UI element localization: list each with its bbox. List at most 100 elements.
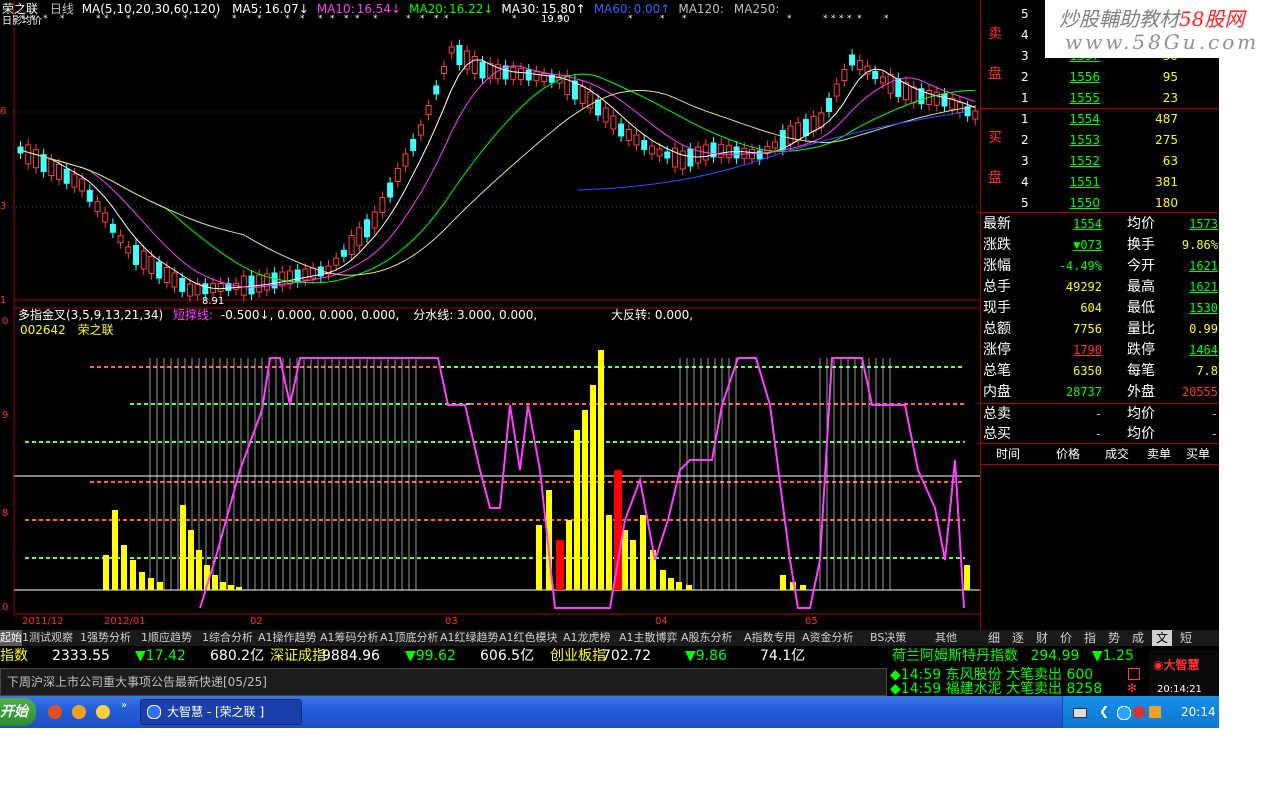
candle-body xyxy=(410,139,417,151)
indicator-tab[interactable]: A1顶底分析 xyxy=(380,630,439,646)
indicator-tab[interactable]: BS决策 xyxy=(870,630,906,646)
level: 3 xyxy=(1021,49,1029,63)
right-tab[interactable]: 逐 xyxy=(1008,630,1028,646)
low-marker: 8.91 xyxy=(202,296,225,307)
quote-value: 1573 xyxy=(1189,217,1218,231)
volume-bar xyxy=(220,582,226,590)
candle-body xyxy=(202,283,209,295)
buy-row[interactable]: 1 1554 487 xyxy=(981,109,1219,130)
quote-label: 均价 xyxy=(1127,406,1155,422)
candle-body xyxy=(856,60,863,70)
candle-body xyxy=(63,168,70,184)
level: 1 xyxy=(1021,112,1029,126)
firefox-icon[interactable] xyxy=(48,705,62,719)
news-box[interactable]: 下周沪深上市公司重大事项公告最新快递[05/25] xyxy=(0,668,887,696)
right-tab[interactable]: 指 xyxy=(1080,630,1100,646)
candle-body xyxy=(156,261,163,279)
sell-row[interactable]: 1 1555 23 xyxy=(981,88,1219,109)
ma-value-label: MA120: xyxy=(678,2,724,16)
volume: 487 xyxy=(1155,112,1178,126)
quote-value: 1621 xyxy=(1189,280,1218,294)
price-tick-2: 3 xyxy=(0,201,7,212)
taskbar-app-button[interactable]: 大智慧 - [荣之联 ] xyxy=(140,699,302,725)
right-tab[interactable]: 文 xyxy=(1152,630,1172,646)
quote-label: 均价 xyxy=(1127,426,1155,442)
ma-value-label: MA30: xyxy=(501,2,540,16)
buy-row[interactable]: 5 1550 180 xyxy=(981,193,1219,214)
ma-label: MA(5,10,20,30,60,120) xyxy=(81,2,221,16)
quote-label: 涨幅 xyxy=(983,258,1011,274)
network-icon[interactable] xyxy=(1117,706,1131,720)
quote-value: ▼073 xyxy=(1073,238,1102,252)
candle-body xyxy=(625,129,632,141)
quote-value: 1621 xyxy=(1189,259,1218,273)
indicator-tab[interactable]: 1强势分析 xyxy=(80,630,131,646)
indicator-tab[interactable]: 1顺应趋势 xyxy=(141,630,192,646)
quote-value: -4.49% xyxy=(1058,259,1102,273)
checkbox-icon[interactable] xyxy=(1128,668,1140,680)
volume-bar-red xyxy=(556,540,564,590)
level: 3 xyxy=(1021,154,1029,168)
indicator-tab[interactable]: A1主散博弈 xyxy=(619,630,678,646)
start-button[interactable]: 开始 xyxy=(0,698,36,726)
indicator-tab[interactable]: 1测试观察 xyxy=(22,630,73,646)
alerts: ◆14:59 东风股份 大笔卖出 600 ◆14:59 福建水泥 大笔卖出 82… xyxy=(890,666,1145,697)
date-label-6: 05 xyxy=(805,616,818,627)
buy-row[interactable]: 2 1553 275 xyxy=(981,130,1219,151)
candle-body xyxy=(802,119,809,136)
volume-bar xyxy=(964,565,970,590)
news-text[interactable]: 下周沪深上市公司重大事项公告最新快递[05/25] xyxy=(7,675,267,689)
right-tab[interactable]: 价 xyxy=(1056,630,1076,646)
buy-row[interactable]: 3 1552 63 xyxy=(981,151,1219,172)
arrow-icon[interactable]: ❮ xyxy=(1099,704,1109,718)
quote-row: 现手 604 最低 1530 xyxy=(981,298,1219,319)
sell-row[interactable]: 2 1556 95 xyxy=(981,67,1219,88)
candle-body xyxy=(795,122,802,141)
stock-name-sub: 荣之联 xyxy=(77,323,114,337)
quote-label: 均价 xyxy=(1127,216,1155,232)
quote-row: 总买 - 均价 - xyxy=(981,424,1219,445)
right-tab[interactable]: 细 xyxy=(984,630,1004,646)
watermark-line2: www.58Gu.com xyxy=(1065,30,1260,54)
quote-value: 0.99 xyxy=(1189,322,1218,336)
candle-body xyxy=(841,69,848,81)
indicator-tab[interactable]: A资金分析 xyxy=(802,630,854,646)
buy-row[interactable]: 4 1551 381 xyxy=(981,172,1219,193)
right-tab[interactable]: 势 xyxy=(1104,630,1124,646)
security-icon[interactable] xyxy=(1133,706,1145,718)
quote-label: 最高 xyxy=(1127,279,1155,295)
indicator-tab[interactable]: A指数专用 xyxy=(744,630,796,646)
right-tab[interactable]: 短 xyxy=(1176,630,1196,646)
indicator-tab[interactable]: A1红绿趋势 xyxy=(440,630,499,646)
ticker-amt: 680.2亿 xyxy=(210,648,265,664)
indicator-tab[interactable]: A股东分析 xyxy=(681,630,733,646)
chart-area[interactable]: * * * * * * * * * * * * * * * * * * * * * * * * * * * * * * * * * * 荣之联 日… xyxy=(0,0,980,630)
quote-label: 现手 xyxy=(983,300,1011,316)
volume-bar xyxy=(236,587,242,590)
quote-row: 总额 7756 量比 0.99 xyxy=(981,319,1219,340)
quote-value: - xyxy=(1210,427,1218,441)
right-tab[interactable]: 成 xyxy=(1128,630,1148,646)
candle-body xyxy=(656,148,663,157)
quote-label: 涨停 xyxy=(983,342,1011,358)
indicator-tab[interactable]: 起始 xyxy=(0,630,22,646)
messenger-icon[interactable] xyxy=(96,705,110,719)
candle-body xyxy=(441,66,447,74)
alert-2-text: 福建水泥 大笔卖出 8258 xyxy=(945,681,1103,697)
indicator-tab[interactable]: A1操作趋势 xyxy=(258,630,317,646)
chevron-icon[interactable]: » xyxy=(121,700,127,712)
gear-icon[interactable]: ✻ xyxy=(1127,681,1137,695)
ticker-name: 深证成指 xyxy=(270,648,326,664)
indicator-tab[interactable]: A1筹码分析 xyxy=(320,630,379,646)
app-window: * * * * * * * * * * * * * * * * * * * * * * * * * * * * * * * * * * 荣之联 日… xyxy=(0,0,1219,728)
indicator-tab[interactable]: 其他 xyxy=(935,630,957,646)
right-tab[interactable]: 财 xyxy=(1032,630,1052,646)
indicator-tab[interactable]: 1综合分析 xyxy=(202,630,253,646)
app-icon[interactable] xyxy=(72,705,86,719)
volume-bar xyxy=(640,515,646,590)
indicator-tab[interactable]: A1龙虎榜 xyxy=(563,630,611,646)
keyboard-icon[interactable] xyxy=(1073,708,1087,718)
volume-icon[interactable] xyxy=(1149,706,1161,718)
indicator-tab[interactable]: A1红色模块 xyxy=(499,630,558,646)
period-label: 日线 xyxy=(49,2,74,16)
